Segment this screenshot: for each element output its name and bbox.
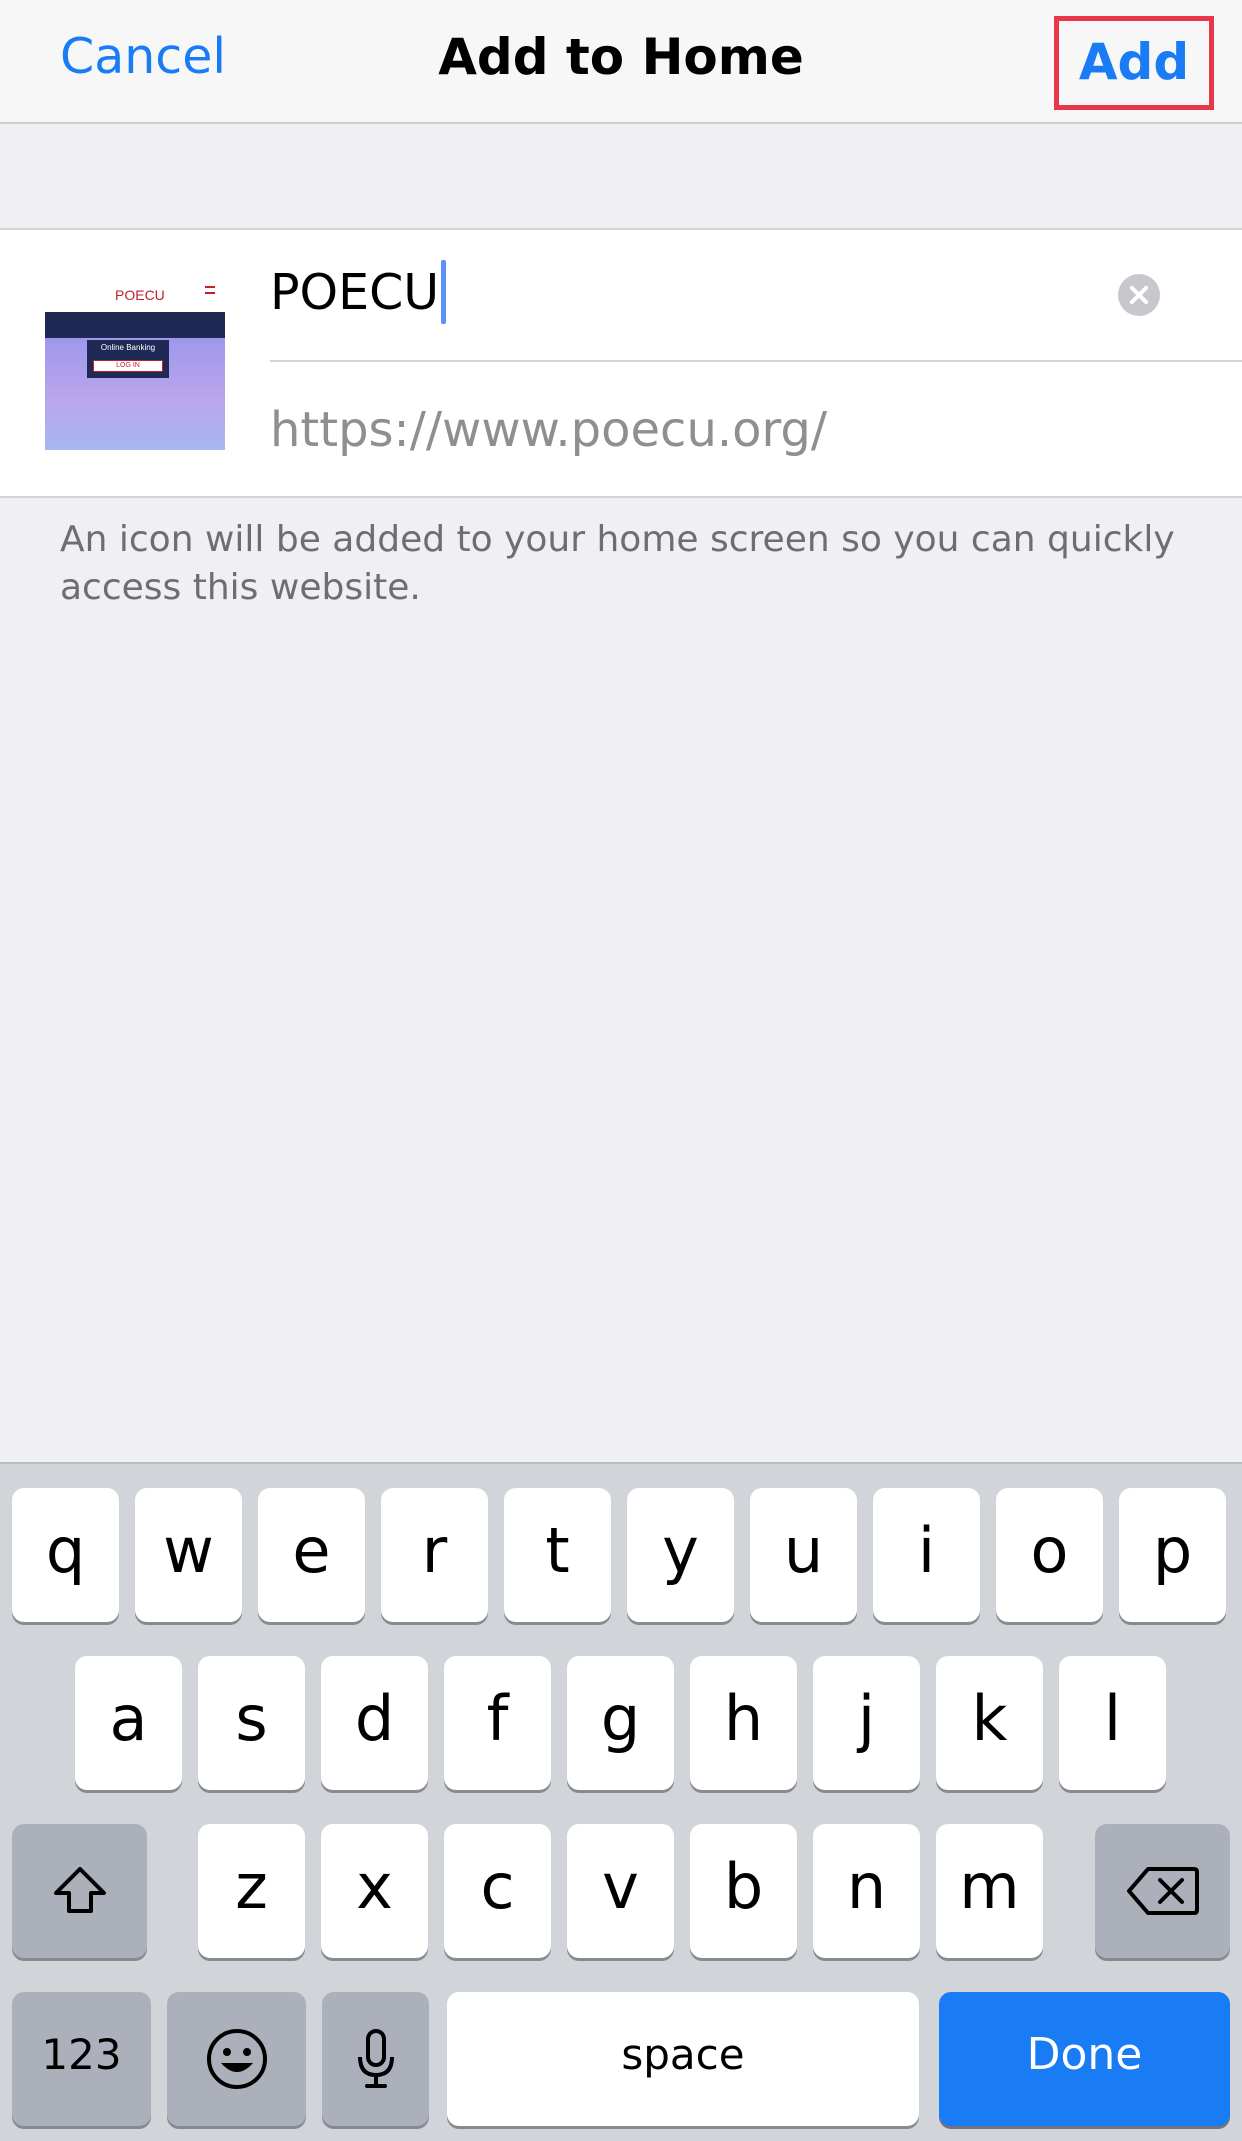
key-k[interactable]: k (936, 1656, 1043, 1790)
key-h[interactable]: h (690, 1656, 797, 1790)
key-v[interactable]: v (567, 1824, 674, 1958)
shift-key[interactable] (12, 1824, 147, 1958)
delete-key[interactable] (1095, 1824, 1230, 1958)
key-c[interactable]: c (444, 1824, 551, 1958)
key-j[interactable]: j (813, 1656, 920, 1790)
name-input-value[interactable]: POECU (270, 262, 439, 324)
navigation-bar: Cancel Add to Home Add (0, 0, 1242, 124)
key-f[interactable]: f (444, 1656, 551, 1790)
shift-icon (53, 1867, 106, 1913)
key-g[interactable]: g (567, 1656, 674, 1790)
menu-icon (205, 286, 215, 294)
key-l[interactable]: l (1059, 1656, 1166, 1790)
url-label: https://www.poecu.org/ (270, 402, 828, 458)
key-z[interactable]: z (198, 1824, 305, 1958)
key-d[interactable]: d (321, 1656, 428, 1790)
website-thumbnail: POECU Online Banking LOG IN (45, 270, 225, 450)
key-s[interactable]: s (198, 1656, 305, 1790)
microphone-icon (357, 2029, 394, 2088)
clear-text-button[interactable] (1118, 274, 1160, 316)
key-e[interactable]: e (258, 1488, 365, 1622)
key-y[interactable]: y (627, 1488, 734, 1622)
name-field[interactable]: POECU (270, 230, 1242, 362)
space-key[interactable]: space (447, 1992, 919, 2126)
thumbnail-button: LOG IN (93, 360, 163, 372)
done-key[interactable]: Done (939, 1992, 1230, 2126)
key-o[interactable]: o (996, 1488, 1103, 1622)
key-b[interactable]: b (690, 1824, 797, 1958)
key-x[interactable]: x (321, 1824, 428, 1958)
key-n[interactable]: n (813, 1824, 920, 1958)
key-t[interactable]: t (504, 1488, 611, 1622)
key-a[interactable]: a (75, 1656, 182, 1790)
thumbnail-caption: Online Banking (100, 343, 156, 352)
thumbnail-logo: POECU (115, 287, 165, 303)
key-m[interactable]: m (936, 1824, 1043, 1958)
delete-icon (1126, 1867, 1199, 1915)
microphone-key[interactable] (322, 1992, 429, 2126)
emoji-key[interactable] (167, 1992, 306, 2126)
key-q[interactable]: q (12, 1488, 119, 1622)
emoji-icon (206, 2029, 267, 2089)
keyboard: q w e r t y u i o p a s d f g h j k l z … (0, 1462, 1242, 2141)
text-cursor (441, 260, 446, 324)
numbers-key[interactable]: 123 (12, 1992, 151, 2126)
key-u[interactable]: u (750, 1488, 857, 1622)
key-r[interactable]: r (381, 1488, 488, 1622)
key-p[interactable]: p (1119, 1488, 1226, 1622)
helper-text: An icon will be added to your home scree… (60, 519, 1175, 608)
key-i[interactable]: i (873, 1488, 980, 1622)
add-to-home-form: POECU Online Banking LOG IN POECU https:… (0, 228, 1242, 498)
key-w[interactable]: w (135, 1488, 242, 1622)
add-button[interactable]: Add (1054, 16, 1214, 110)
